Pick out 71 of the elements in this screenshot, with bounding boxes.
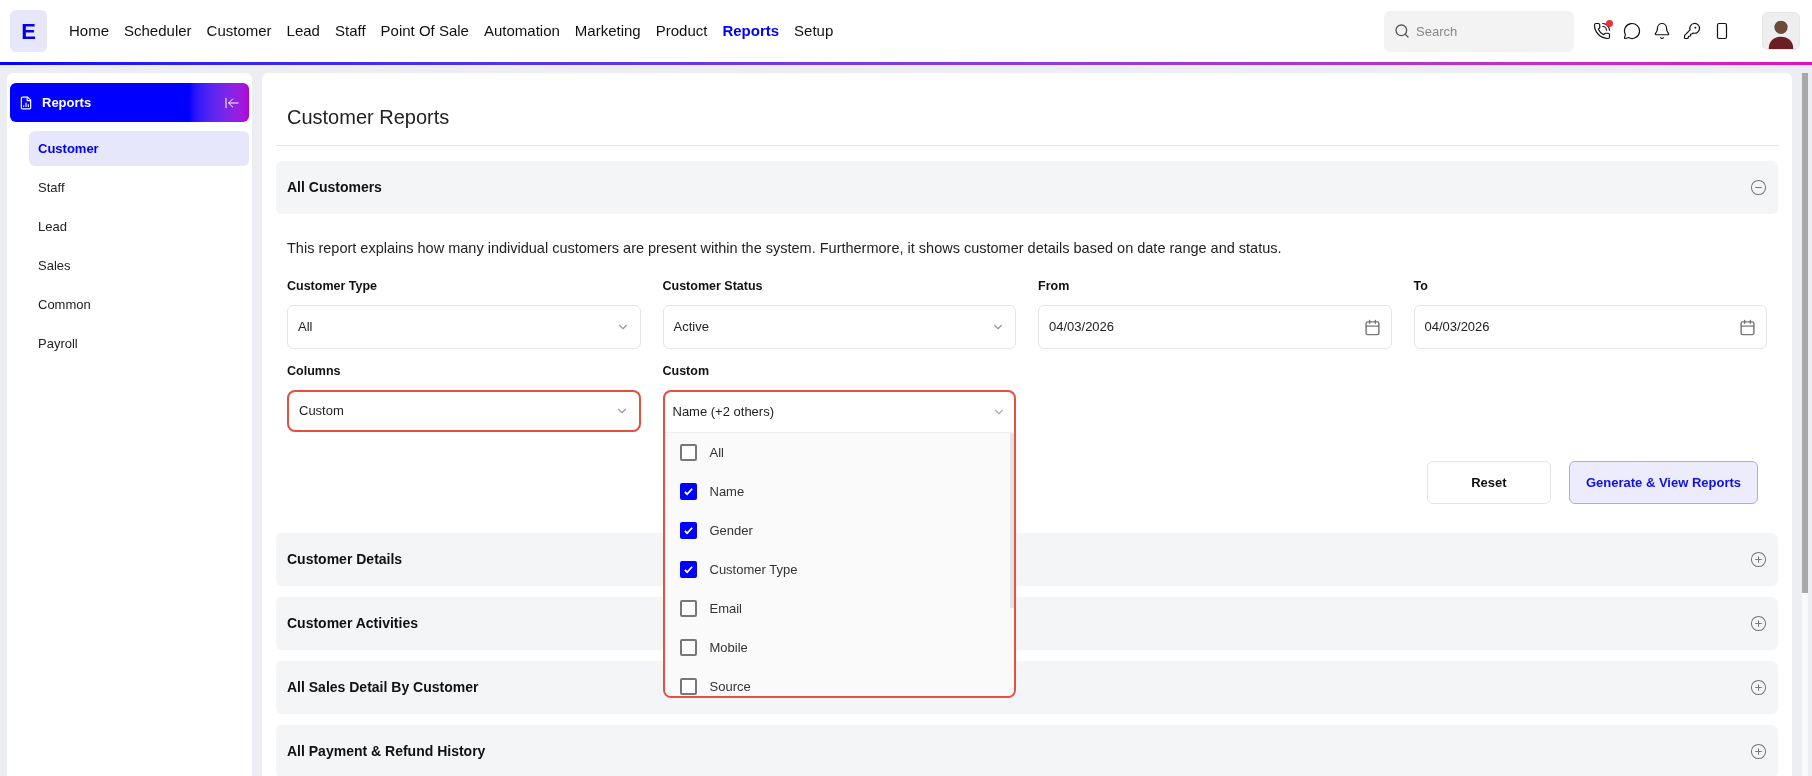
- check-icon: [682, 525, 694, 536]
- check-icon: [682, 486, 694, 497]
- option-item[interactable]: Source: [664, 667, 1014, 696]
- logo[interactable]: E: [10, 10, 47, 52]
- check-icon: [682, 564, 694, 575]
- nav-link[interactable]: Marketing: [574, 19, 641, 43]
- option-item[interactable]: Name: [664, 472, 1014, 511]
- search-icon: [1394, 22, 1410, 39]
- field-label: To: [1413, 278, 1429, 295]
- checkbox[interactable]: [679, 600, 697, 617]
- nav-link[interactable]: Setup: [794, 19, 834, 43]
- checkbox[interactable]: [679, 678, 697, 695]
- expand-icon: [1750, 551, 1767, 568]
- nav-link[interactable]: Customer: [206, 19, 272, 43]
- scrollbar[interactable]: [1802, 73, 1808, 776]
- calendar-icon: [1739, 318, 1756, 336]
- report-description: This report explains how many individual customers are present within the system. Furthermore, it shows customer details based on date range and status.: [287, 239, 1283, 258]
- section-header[interactable]: All Customers: [276, 161, 1778, 214]
- sidebar-item[interactable]: Staff: [29, 170, 249, 205]
- nav-link[interactable]: Staff: [334, 19, 366, 43]
- expand-icon: [1750, 743, 1767, 760]
- nav-link[interactable]: Product: [655, 19, 708, 43]
- nav-link[interactable]: Automation: [483, 19, 560, 43]
- reset-button[interactable]: Reset: [1426, 461, 1551, 504]
- select-field[interactable]: All: [287, 305, 641, 349]
- checkbox[interactable]: [679, 522, 697, 539]
- select-value: Name (+2 others): [672, 403, 774, 422]
- sidebar-item[interactable]: Lead: [29, 209, 249, 244]
- scrollbar-thumb[interactable]: [1802, 73, 1808, 593]
- sidebar-item[interactable]: Customer: [29, 131, 249, 166]
- sidebar-header[interactable]: Reports: [10, 83, 249, 122]
- report-file-icon: [19, 95, 33, 110]
- field-label: Customer Type: [287, 278, 379, 295]
- calendar-icon: [1363, 318, 1381, 336]
- bell-icon[interactable]: [1652, 21, 1672, 41]
- nav-link[interactable]: Scheduler: [124, 19, 192, 43]
- sidebar-item[interactable]: Sales: [29, 248, 249, 283]
- option-item[interactable]: Customer Type: [664, 550, 1014, 589]
- select-field[interactable]: Custom: [287, 390, 641, 432]
- phone-icon[interactable]: [1592, 21, 1612, 41]
- date-field[interactable]: 04/03/2026: [1413, 305, 1767, 349]
- field-label: Custom: [662, 363, 711, 380]
- nav-link[interactable]: Point Of Sale: [380, 19, 469, 43]
- nav-link[interactable]: Lead: [286, 19, 320, 43]
- scrollbar-thumb[interactable]: [1010, 433, 1014, 608]
- nav-link[interactable]: Reports: [722, 19, 780, 43]
- section-header[interactable]: All Payment & Refund History: [276, 725, 1778, 776]
- field-label: From: [1038, 278, 1071, 295]
- checkbox[interactable]: [679, 483, 697, 500]
- checkbox[interactable]: [679, 561, 697, 578]
- chat-icon[interactable]: [1622, 21, 1642, 41]
- expand-icon: [1750, 615, 1767, 632]
- sidebar-item[interactable]: Common: [29, 287, 249, 322]
- sidebar-item[interactable]: Payroll: [29, 326, 249, 361]
- checkbox[interactable]: [679, 444, 697, 461]
- select-field[interactable]: Active: [662, 305, 1016, 349]
- sidebar-title: Reports: [42, 93, 92, 112]
- search-field[interactable]: Search: [1384, 10, 1574, 52]
- page-title: Customer Reports: [287, 105, 451, 130]
- field-label: Customer Status: [662, 278, 764, 295]
- key-icon[interactable]: [1682, 21, 1702, 41]
- avatar[interactable]: [1762, 12, 1800, 50]
- expand-icon: [1750, 679, 1767, 696]
- multi-select-dropdown[interactable]: Name (+2 others) All Name Gender Customer Type Email Mobile Source: [662, 390, 1016, 698]
- date-field[interactable]: 04/03/2026: [1038, 305, 1392, 349]
- generate-button[interactable]: Generate & View Reports: [1568, 461, 1758, 504]
- option-item[interactable]: All: [664, 433, 1014, 472]
- checkbox[interactable]: [679, 639, 697, 656]
- field-label: Columns: [287, 363, 342, 380]
- collapse-icon: [1750, 179, 1767, 196]
- nav-link[interactable]: Home: [69, 19, 109, 43]
